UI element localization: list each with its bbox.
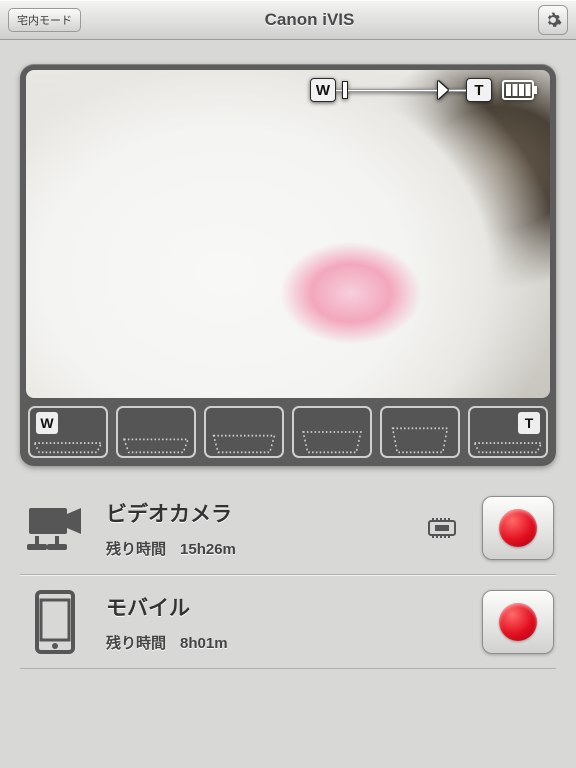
device-title: モバイル	[106, 592, 466, 622]
record-button-camera[interactable]	[482, 496, 554, 560]
zoom-slider[interactable]: W T	[310, 78, 492, 102]
preview-overlay: W T	[26, 78, 550, 102]
zoom-step-bar	[26, 406, 550, 460]
zoom-step-4[interactable]	[292, 406, 372, 458]
remaining-label: 残り時間	[106, 541, 166, 558]
record-icon	[499, 509, 537, 547]
zoom-knob[interactable]	[342, 81, 348, 99]
device-row-mobile: モバイル 残り時間 8h01m	[20, 575, 556, 669]
remaining-value: 15h26m	[180, 541, 236, 558]
remaining-value: 8h01m	[180, 635, 228, 652]
live-preview[interactable]: W T	[26, 70, 550, 398]
preview-panel: W T	[20, 64, 556, 466]
zoom-step-3[interactable]	[204, 406, 284, 458]
zoom-step-2[interactable]	[116, 406, 196, 458]
record-button-mobile[interactable]	[482, 590, 554, 654]
settings-button[interactable]	[538, 5, 568, 35]
zoom-step-6-tele[interactable]	[468, 406, 548, 458]
record-icon	[499, 603, 537, 641]
phone-icon	[20, 590, 90, 654]
app-title: Canon iVIS	[265, 10, 355, 30]
camcorder-icon	[20, 502, 90, 554]
zoom-step-5[interactable]	[380, 406, 460, 458]
top-bar: 宅内モード Canon iVIS	[0, 0, 576, 40]
zoom-track[interactable]	[336, 78, 466, 102]
preview-section: W T	[0, 40, 576, 476]
memory-icon	[428, 518, 456, 538]
zoom-step-1-wide[interactable]	[28, 406, 108, 458]
zoom-wide-badge: W	[310, 78, 336, 102]
gear-icon	[544, 11, 562, 29]
remaining-label: 残り時間	[106, 635, 166, 652]
device-title: ビデオカメラ	[106, 498, 412, 528]
device-list: ビデオカメラ 残り時間 15h26m	[0, 476, 576, 669]
zoom-arrow-icon	[438, 81, 448, 99]
battery-icon	[502, 79, 538, 101]
mode-button[interactable]: 宅内モード	[8, 8, 81, 32]
device-row-camera: ビデオカメラ 残り時間 15h26m	[20, 482, 556, 575]
zoom-tele-badge: T	[466, 78, 492, 102]
